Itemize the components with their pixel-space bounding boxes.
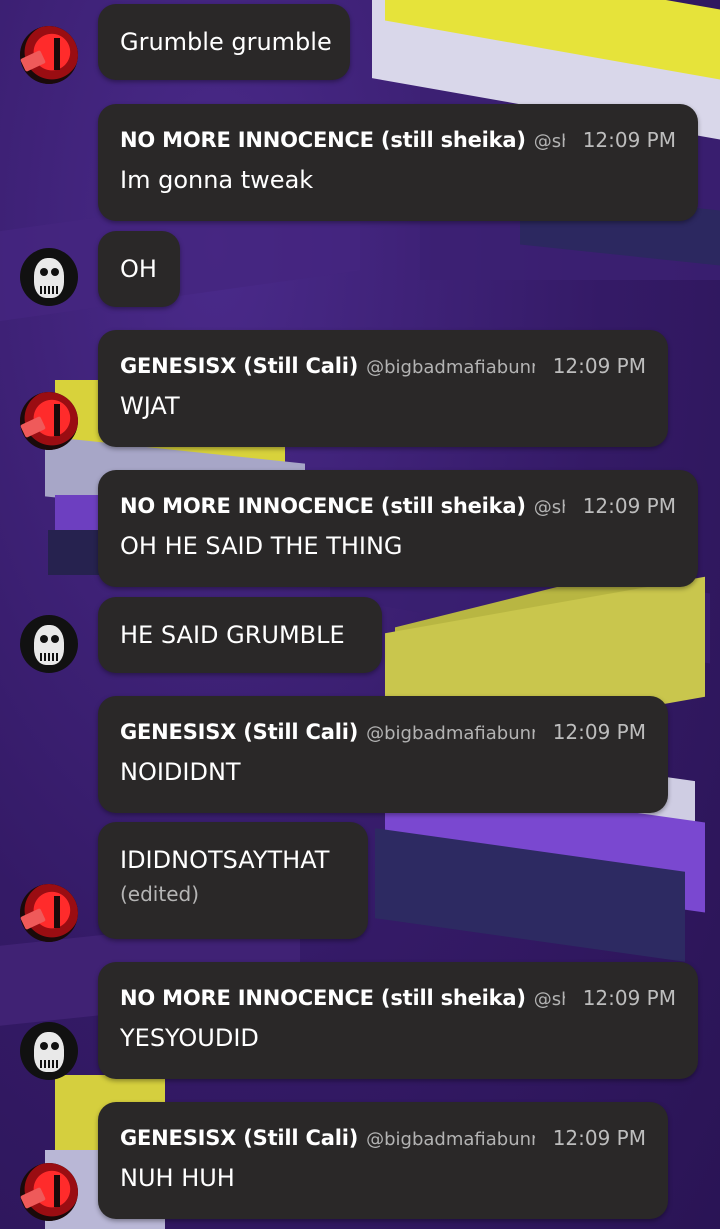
message-bubble[interactable]: NO MORE INNOCENCE (still sheika) @she 12… [98,470,698,587]
avatar-genesisx[interactable] [20,1163,78,1221]
avatar-genesisx[interactable] [20,392,78,450]
timestamp: 12:09 PM [582,494,676,518]
avatar-sheika[interactable] [20,1022,78,1080]
message-header: NO MORE INNOCENCE (still sheika) @she 12… [120,128,676,152]
message-text: IDIDNOTSAYTHAT [120,846,330,874]
message-bubble[interactable]: NO MORE INNOCENCE (still sheika) @she 12… [98,962,698,1079]
message-text: NOIDIDNT [120,758,241,786]
author-name[interactable]: NO MORE INNOCENCE (still sheika) [120,494,526,518]
message-bubble[interactable]: NO MORE INNOCENCE (still sheika) @she 12… [98,104,698,221]
timestamp: 12:09 PM [582,128,676,152]
author-handle: @bigbadmafiabunny [366,723,535,744]
author-handle: @she [533,989,565,1010]
author-name[interactable]: GENESISX (Still Cali) [120,720,358,744]
message-text: Im gonna tweak [120,166,314,194]
message-bubble[interactable]: HE SAID GRUMBLE [98,597,382,673]
avatar-genesisx[interactable] [20,26,78,84]
author-handle: @she [533,131,565,152]
author-name[interactable]: GENESISX (Still Cali) [120,354,358,378]
author-name[interactable]: NO MORE INNOCENCE (still sheika) [120,128,526,152]
timestamp: 12:09 PM [552,720,646,744]
message-bubble[interactable]: GENESISX (Still Cali) @bigbadmafiabunny … [98,330,668,447]
message-text: OH HE SAID THE THING [120,532,403,560]
message-header: NO MORE INNOCENCE (still sheika) @she 12… [120,986,676,1010]
message-header: GENESISX (Still Cali) @bigbadmafiabunny … [120,1126,646,1150]
message-header: NO MORE INNOCENCE (still sheika) @she 12… [120,494,676,518]
author-handle: @bigbadmafiabunny [366,357,535,378]
message-text: OH [120,255,157,283]
avatar-sheika[interactable] [20,248,78,306]
timestamp: 12:09 PM [582,986,676,1010]
message-header: GENESISX (Still Cali) @bigbadmafiabunny … [120,720,646,744]
message-text: YESYOUDID [120,1024,259,1052]
author-handle: @she [533,497,565,518]
message-bubble[interactable]: OH [98,231,180,307]
timestamp: 12:09 PM [552,354,646,378]
message-bubble[interactable]: GENESISX (Still Cali) @bigbadmafiabunny … [98,1102,668,1219]
avatar-sheika[interactable] [20,615,78,673]
timestamp: 12:09 PM [552,1126,646,1150]
avatar-genesisx[interactable] [20,884,78,942]
author-name[interactable]: NO MORE INNOCENCE (still sheika) [120,986,526,1010]
message-header: GENESISX (Still Cali) @bigbadmafiabunny … [120,354,646,378]
message-text: Grumble grumble [120,28,332,56]
message-text: HE SAID GRUMBLE [120,621,345,649]
author-handle: @bigbadmafiabunny [366,1129,535,1150]
message-bubble[interactable]: IDIDNOTSAYTHAT (edited) [98,822,368,939]
message-bubble[interactable]: Grumble grumble [98,4,350,80]
message-bubble[interactable]: GENESISX (Still Cali) @bigbadmafiabunny … [98,696,668,813]
author-name[interactable]: GENESISX (Still Cali) [120,1126,358,1150]
edited-label: (edited) [120,882,200,906]
message-text: NUH HUH [120,1164,235,1192]
message-text: WJAT [120,392,180,420]
